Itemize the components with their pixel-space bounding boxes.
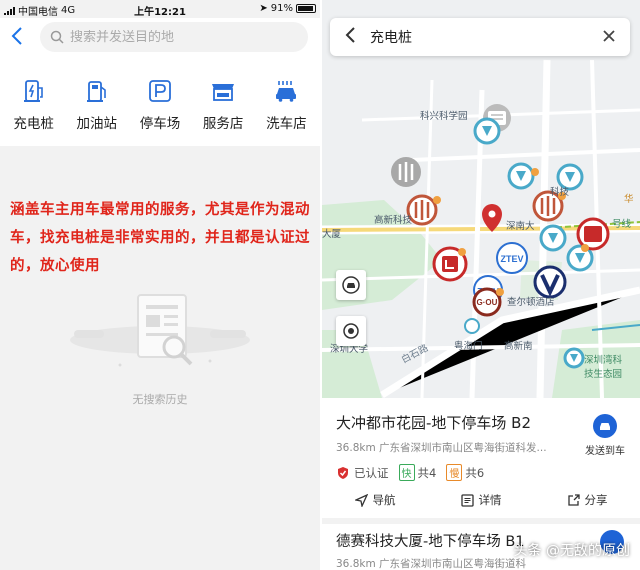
annotation-text: 涵盖车主用车最常用的服务，尤其是作为混动车，找充电桩是非常实用的，并且都是认证过…: [10, 202, 310, 274]
pin-grey[interactable]: [391, 157, 421, 187]
pin-ztev[interactable]: ZTEV: [496, 242, 528, 274]
navigate-button[interactable]: 导航: [354, 488, 396, 512]
category-label: 充电桩: [13, 116, 54, 132]
ztev-label: ZTEV: [500, 254, 523, 264]
pin-teal[interactable]: [539, 224, 567, 252]
fast-count: 共4: [417, 466, 437, 480]
back-button[interactable]: [344, 26, 360, 49]
share-icon: [567, 493, 580, 506]
gas-station-icon: [86, 81, 106, 102]
fast-tag: 快: [398, 464, 415, 481]
send-to-car-label: 发送到车: [585, 446, 625, 457]
search-bar[interactable]: 充电桩: [330, 18, 630, 56]
map-label: 粤海门: [454, 341, 483, 352]
pin-orange[interactable]: [406, 194, 438, 226]
right-screen: ZTEV ZTEV G·OU 充电桩 科兴科学园 高新科技 深南大 科技 华 大…: [322, 0, 640, 570]
certified-badge: 已认证: [336, 465, 389, 481]
search-bar[interactable]: [40, 22, 308, 52]
watermark: 头条 @无敌的原创: [513, 543, 630, 559]
clear-button[interactable]: [602, 27, 616, 48]
shield-check-icon: [338, 466, 348, 479]
pin-brand-gou[interactable]: G·OU: [472, 287, 502, 317]
navigate-icon: [354, 493, 368, 507]
parking-icon: [149, 80, 171, 102]
car-icon: [342, 276, 360, 294]
charging-pile-icon: [23, 80, 43, 102]
map-label: 大厦: [322, 229, 342, 240]
fast-charger-count: 快共4: [398, 464, 437, 481]
category-charging[interactable]: 充电桩: [4, 78, 64, 138]
pin-teal[interactable]: [563, 347, 585, 369]
slow-charger-count: 慢共6: [446, 464, 484, 481]
category-label: 停车场: [139, 116, 181, 132]
map-label: 技生态园: [584, 369, 623, 380]
category-gas[interactable]: 加油站: [67, 78, 127, 138]
details-icon: [460, 493, 474, 507]
pin-red[interactable]: [576, 217, 610, 251]
chevron-left-icon: [11, 27, 22, 45]
map-label: 深圳湾科: [584, 355, 623, 366]
certified-label: 已认证: [354, 465, 389, 480]
category-carwash[interactable]: 洗车店: [256, 78, 316, 138]
locate-icon: [343, 323, 359, 339]
pin-brand-v[interactable]: [533, 265, 567, 299]
empty-history-label: 无搜索历史: [132, 393, 188, 406]
map-label: 深南大: [506, 221, 535, 232]
search-input[interactable]: [70, 29, 290, 45]
poi-address: 36.8km 广东省深圳市南山区粤海街道科: [336, 558, 527, 570]
share-label: 分享: [584, 493, 608, 507]
status-bar: [322, 0, 640, 16]
share-button[interactable]: 分享: [567, 488, 608, 512]
pin-teal[interactable]: [507, 162, 535, 190]
battery-percent: 91%: [270, 3, 293, 14]
category-service[interactable]: 服务店: [193, 78, 253, 138]
map-label: 查尔顿酒店: [507, 297, 555, 308]
map-label: 科兴科学园: [420, 111, 468, 122]
car-wash-icon: [276, 81, 297, 102]
gou-label: G·OU: [477, 298, 498, 307]
details-label: 详情: [478, 493, 502, 507]
category-parking[interactable]: 停车场: [130, 78, 190, 138]
navigate-label: 导航: [372, 493, 396, 507]
battery-icon: [296, 4, 316, 13]
divider: [322, 518, 640, 524]
poi-actions: 导航 详情 分享: [322, 488, 640, 512]
send-to-car-button[interactable]: 发送到车: [580, 414, 630, 457]
poi-card[interactable]: 大冲都市花园-地下停车场 B2 36.8km 广东省深圳市南山区粤海街道科发..…: [322, 398, 640, 570]
pin-teal[interactable]: [464, 318, 480, 334]
pin-teal[interactable]: [473, 117, 501, 145]
vehicle-location-button[interactable]: [336, 270, 366, 300]
close-icon: [603, 29, 615, 42]
map-label: 高新科技: [374, 215, 413, 226]
map-label: 科技: [550, 187, 570, 198]
category-label: 服务店: [202, 116, 244, 132]
my-location-button[interactable]: [336, 316, 366, 346]
category-label: 洗车店: [266, 116, 307, 132]
chevron-left-icon: [345, 26, 355, 43]
empty-history-illustration: [70, 294, 250, 367]
map-view[interactable]: ZTEV ZTEV G·OU 充电桩 科兴科学园 高新科技 深南大 科技 华 大…: [322, 0, 640, 398]
service-shop-icon: [212, 84, 235, 101]
poi-title[interactable]: 德赛科技大厦-地下停车场 B1: [336, 530, 525, 551]
search-icon: [50, 30, 64, 44]
back-button[interactable]: [10, 26, 30, 48]
left-screen: 中国电信 4G 上午12:21 ➤ 91% 充电桩 加油站: [0, 0, 320, 570]
map-label: 高新南: [504, 341, 533, 352]
poi-badges: 已认证 快共4 慢共6: [336, 464, 484, 481]
details-button[interactable]: 详情: [460, 488, 502, 512]
location-arrow-icon: ➤: [259, 3, 268, 14]
map-label: 华: [624, 194, 634, 205]
search-header: 充电桩 加油站 停车场 服务店 洗车店: [0, 18, 320, 146]
slow-tag: 慢: [446, 464, 463, 481]
poi-address: 36.8km 广东省深圳市南山区粤海街道科发...: [336, 442, 547, 454]
slow-count: 共6: [465, 466, 485, 480]
car-send-icon: [593, 414, 617, 438]
status-bar: 中国电信 4G 上午12:21 ➤ 91%: [0, 0, 320, 18]
category-row: 充电桩 加油站 停车场 服务店 洗车店: [0, 78, 320, 138]
poi-title[interactable]: 大冲都市花园-地下停车场 B2: [336, 412, 531, 433]
map-label: 号线: [612, 219, 632, 230]
category-label: 加油站: [76, 116, 118, 132]
search-query: 充电桩: [370, 30, 412, 46]
